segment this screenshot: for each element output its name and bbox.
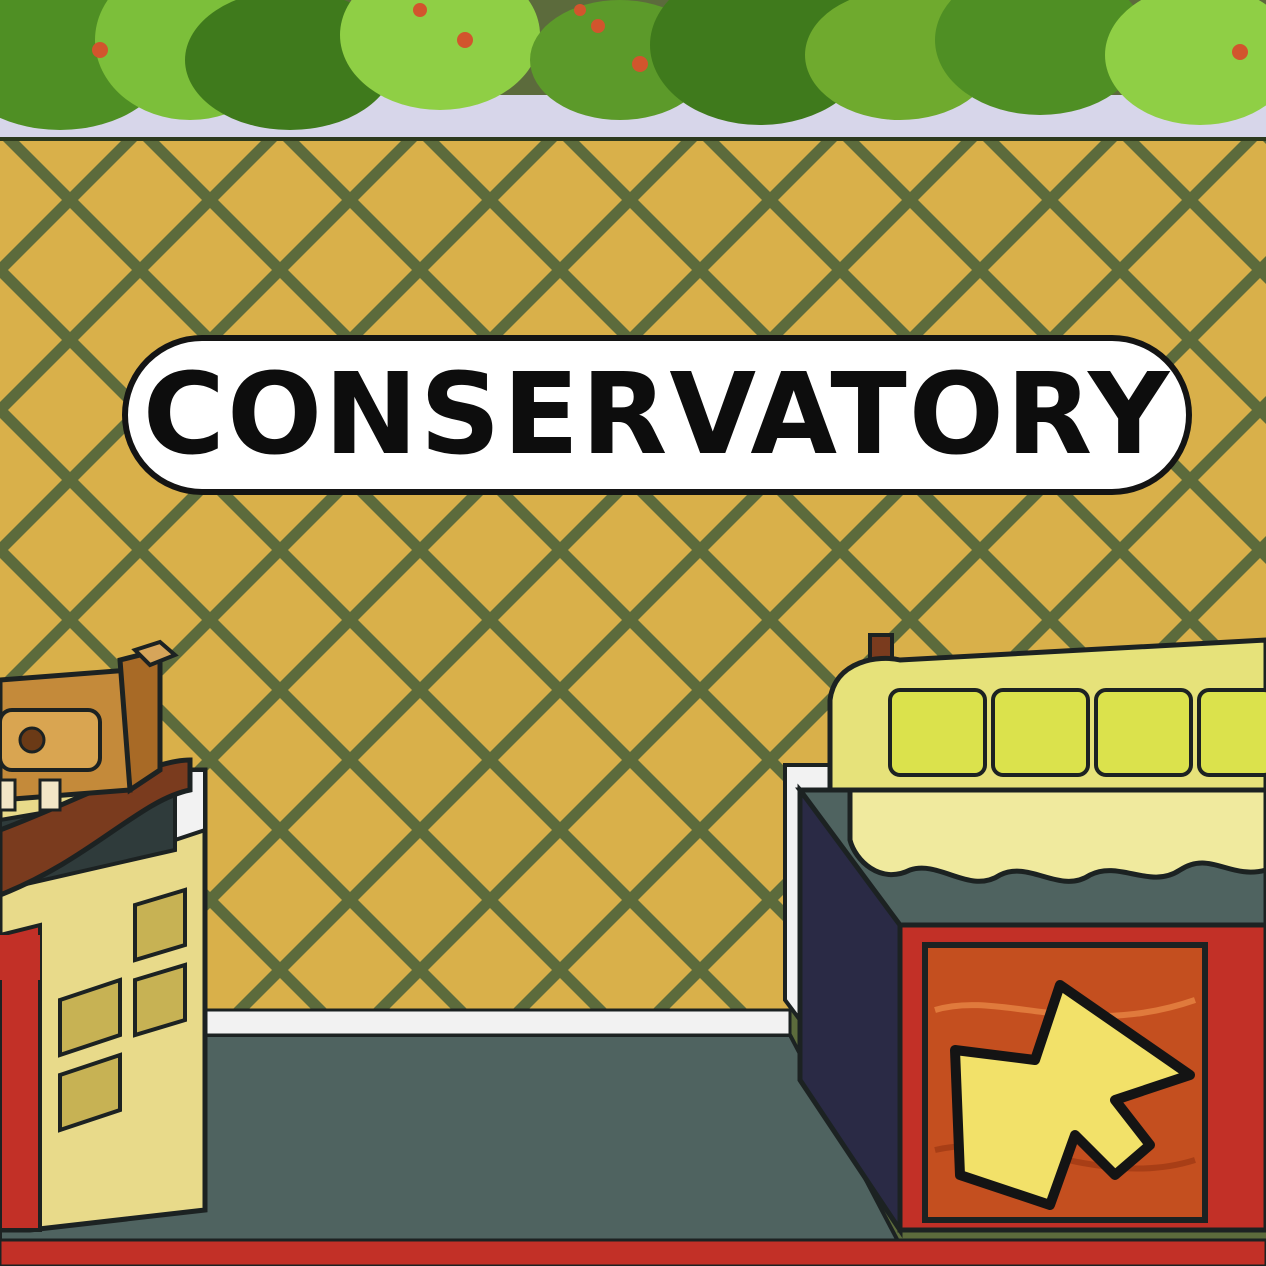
floor-edge-strip (0, 1238, 1266, 1266)
room-name-sign: CONSERVATORY (122, 335, 1192, 495)
room-name-label: CONSERVATORY (142, 350, 1172, 480)
baseboard (188, 1008, 792, 1037)
game-scene (0, 0, 1266, 1266)
right-planter (783, 633, 1266, 1239)
